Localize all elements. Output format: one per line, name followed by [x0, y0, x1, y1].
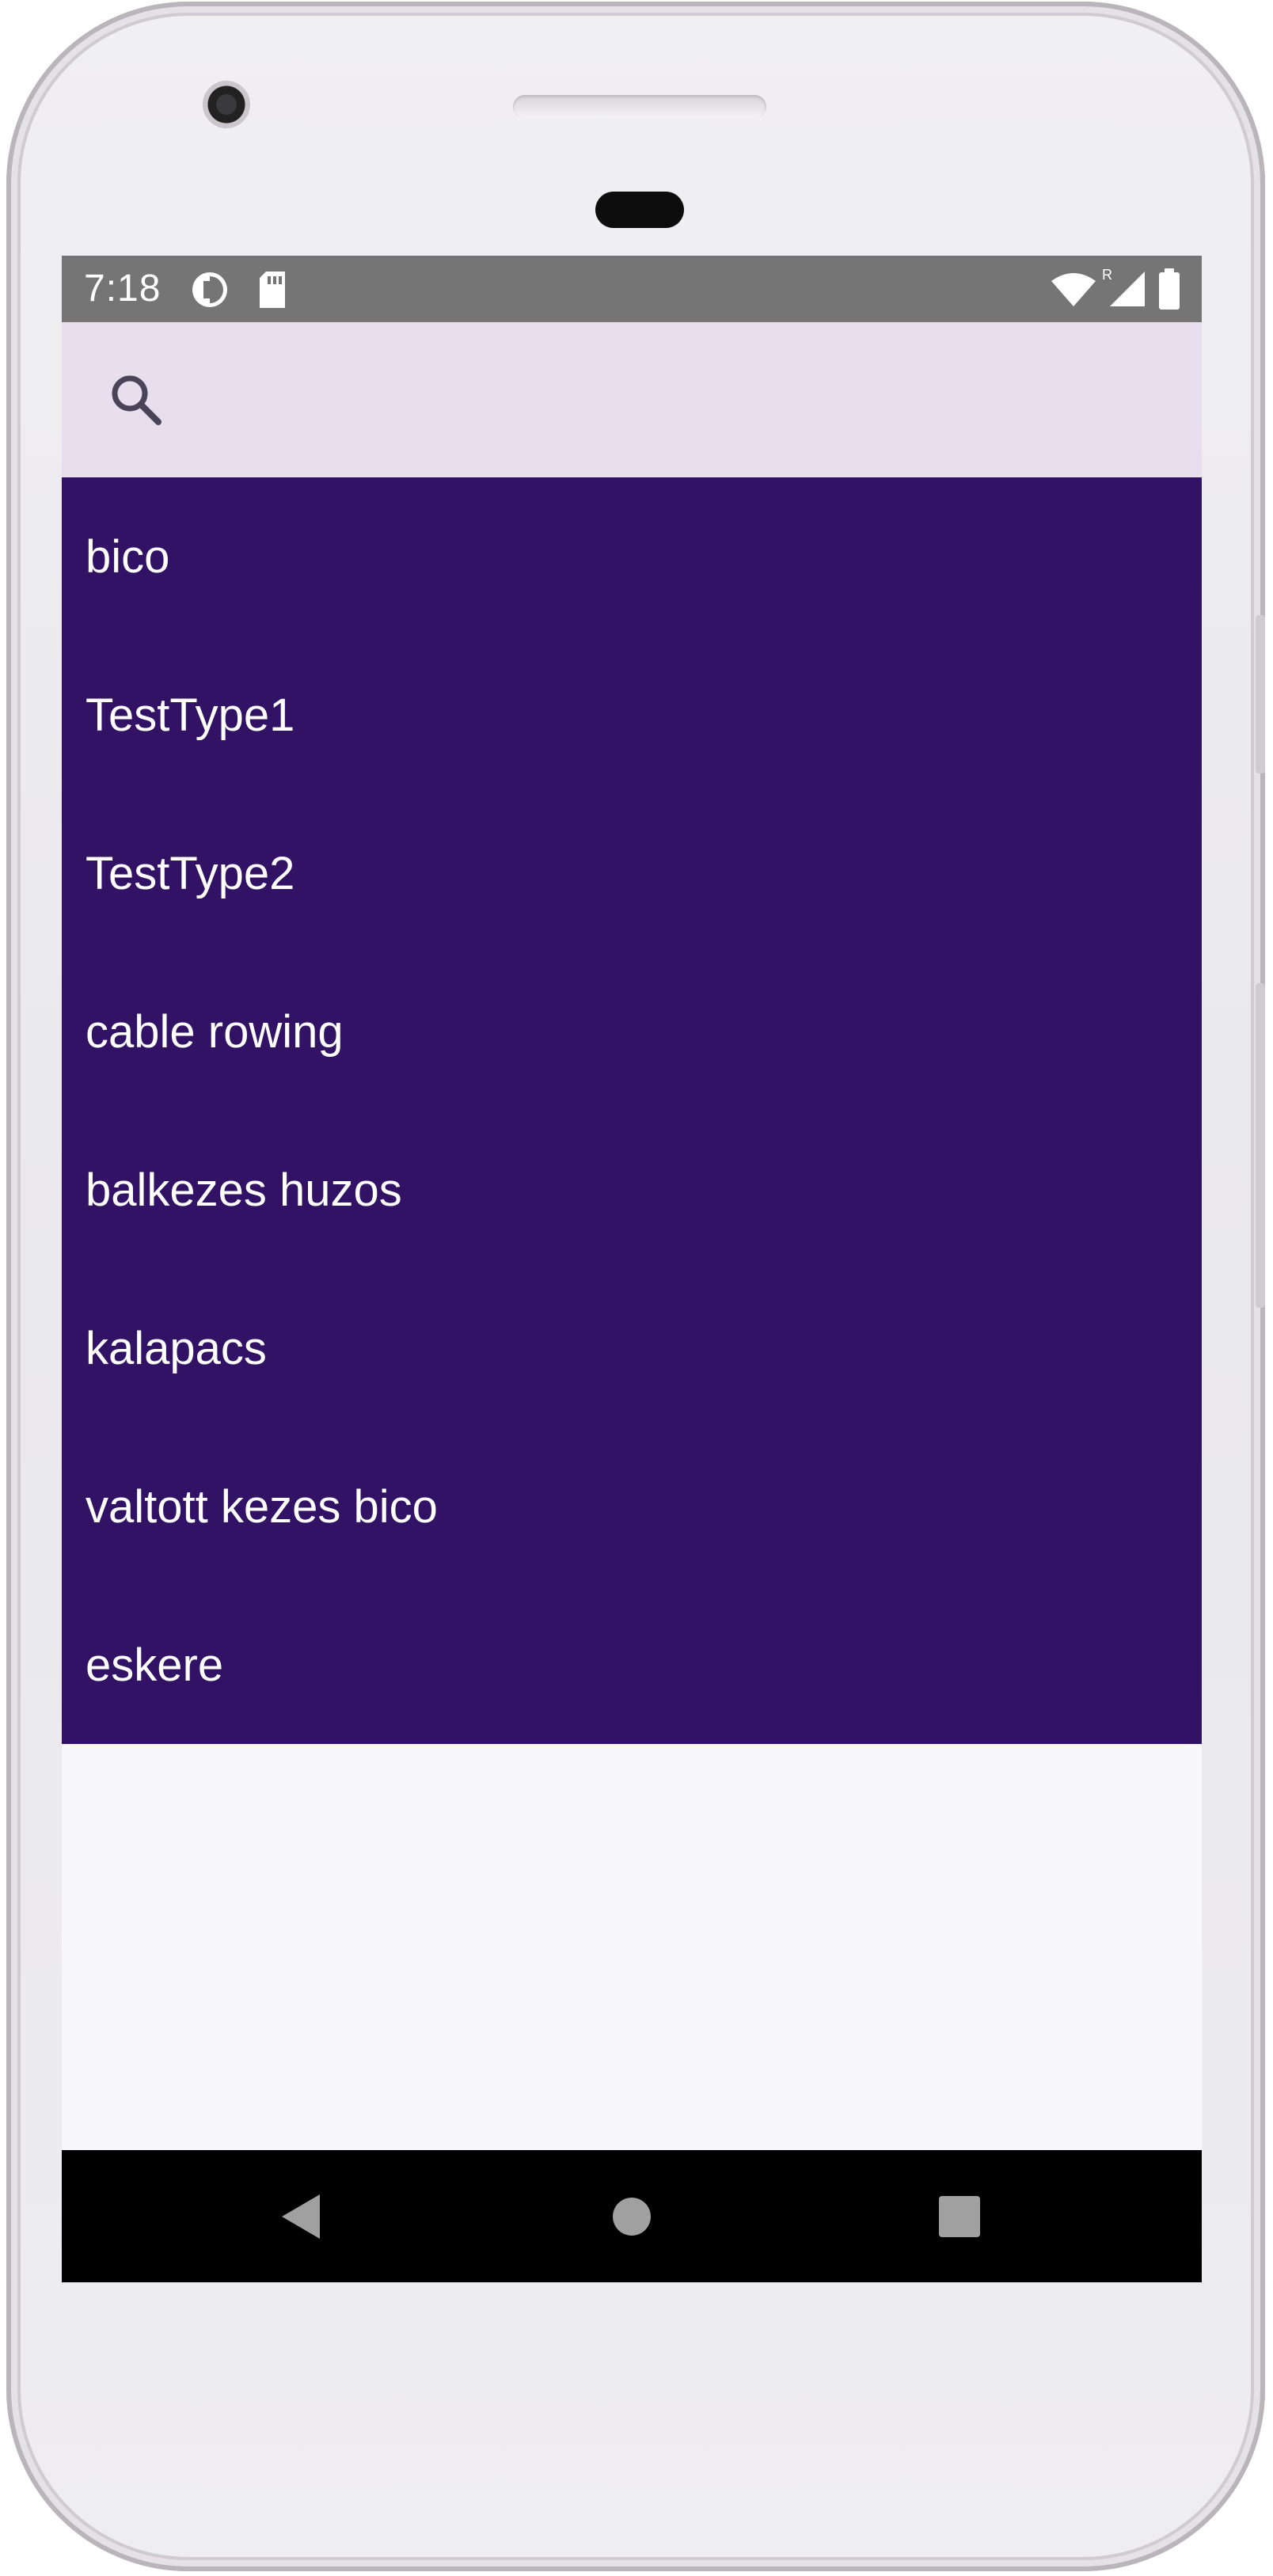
- search-input[interactable]: [196, 362, 1165, 439]
- list-item-label: cable rowing: [86, 1005, 344, 1058]
- list-item[interactable]: valtott kezes bico: [62, 1427, 1202, 1586]
- list-item[interactable]: TestType1: [62, 636, 1202, 794]
- status-bar: 7:18 R: [62, 256, 1202, 322]
- list-item[interactable]: eskere: [62, 1586, 1202, 1744]
- back-icon[interactable]: [277, 2191, 325, 2246]
- sd-card-icon: [256, 270, 288, 313]
- recents-icon[interactable]: [939, 2196, 980, 2241]
- status-time: 7:18: [84, 268, 162, 310]
- list-item-label: balkezes huzos: [86, 1164, 402, 1216]
- list-item[interactable]: kalapacs: [62, 1269, 1202, 1427]
- proximity-sensor: [595, 192, 684, 228]
- front-camera: [203, 81, 250, 128]
- battery-icon: [1157, 268, 1181, 315]
- list-item[interactable]: balkezes huzos: [62, 1111, 1202, 1269]
- list-item[interactable]: cable rowing: [62, 952, 1202, 1111]
- signal-roaming-icon: R: [1100, 265, 1151, 313]
- search-icon[interactable]: [108, 371, 165, 428]
- search-bar: [62, 322, 1202, 477]
- screen: 7:18 R bico TestType1 TestType2 cable ro…: [62, 256, 1202, 2282]
- list-item-label: bico: [86, 530, 170, 583]
- data-saver-icon: [190, 270, 230, 313]
- navigation-bar: [62, 2150, 1202, 2282]
- roaming-indicator: R: [1102, 267, 1112, 283]
- home-icon[interactable]: [611, 2196, 652, 2241]
- list-item-label: eskere: [86, 1639, 224, 1691]
- list-item[interactable]: TestType2: [62, 794, 1202, 952]
- earpiece-speaker: [513, 95, 766, 119]
- list-item[interactable]: bico: [62, 477, 1202, 636]
- list-item-label: valtott kezes bico: [86, 1480, 438, 1533]
- list-item-label: TestType2: [86, 847, 295, 899]
- list-item-label: kalapacs: [86, 1322, 267, 1374]
- volume-button: [1256, 983, 1265, 1308]
- wifi-icon: [1050, 272, 1097, 312]
- list-item-label: TestType1: [86, 689, 295, 741]
- device-frame: 7:18 R bico TestType1 TestType2 cable ro…: [0, 0, 1273, 2576]
- exercise-type-list: bico TestType1 TestType2 cable rowing ba…: [62, 477, 1202, 1744]
- power-button: [1256, 615, 1265, 773]
